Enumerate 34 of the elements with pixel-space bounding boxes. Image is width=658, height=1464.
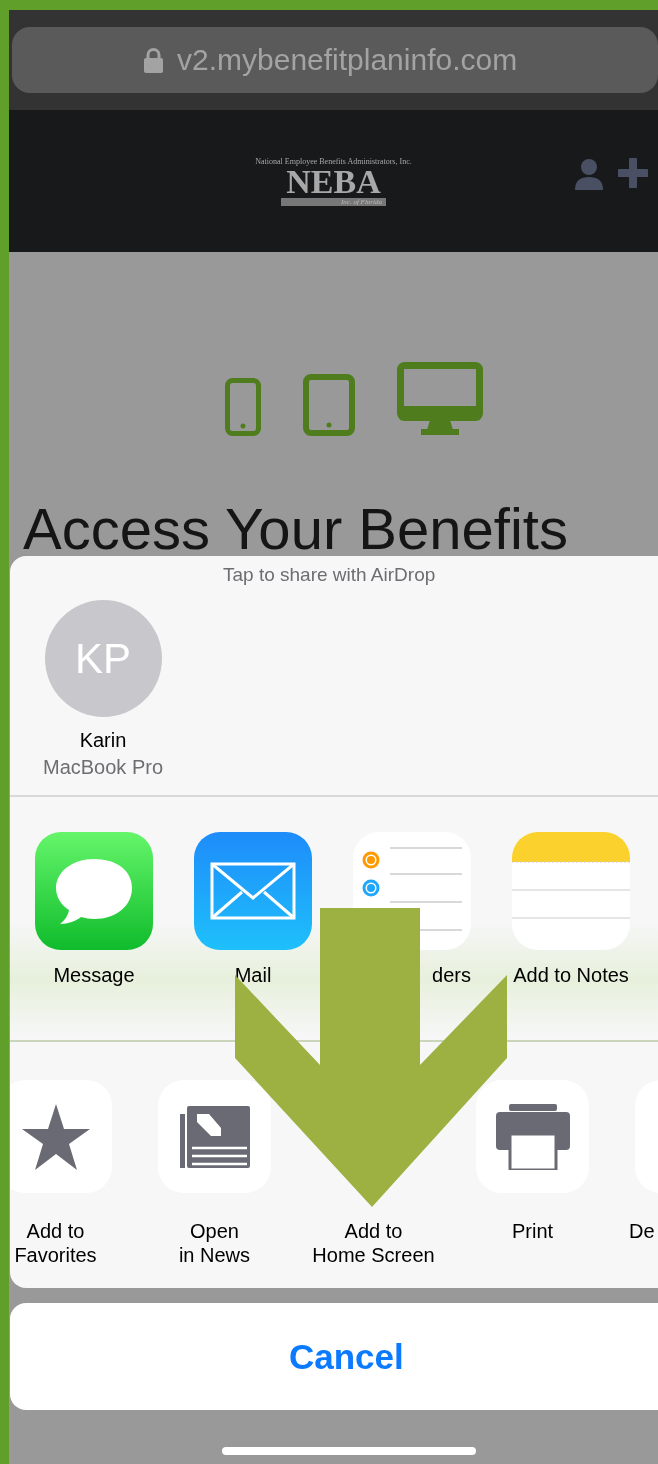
action-tile[interactable] bbox=[476, 1080, 589, 1193]
app-label: Add to Notes bbox=[513, 964, 629, 987]
newspaper-icon bbox=[179, 1105, 250, 1168]
site-logo[interactable]: NEBA bbox=[286, 165, 381, 198]
action-tile[interactable] bbox=[10, 1080, 112, 1193]
contact-name: Karin bbox=[79, 729, 127, 752]
app-label: Mail bbox=[234, 964, 272, 987]
tablet-icon bbox=[302, 374, 355, 436]
app-icon[interactable] bbox=[194, 832, 312, 950]
app-icon[interactable] bbox=[35, 832, 153, 950]
airdrop-hint: Tap to share with AirDrop bbox=[223, 564, 436, 586]
action-label: Add to Favorites bbox=[14, 1219, 97, 1267]
url-text: v2.mybenefitplaninfo.com bbox=[177, 43, 518, 77]
envelope-icon bbox=[210, 862, 296, 920]
printer-icon bbox=[495, 1103, 570, 1170]
logo-tagline: National Employee Benefits Administrators, Inc. bbox=[255, 156, 412, 166]
user-icon[interactable] bbox=[574, 158, 604, 190]
address-bar[interactable]: v2.mybenefitplaninfo.com bbox=[12, 27, 658, 93]
action-label: De bbox=[629, 1219, 655, 1243]
lock-icon bbox=[144, 47, 163, 73]
monitor-icon bbox=[396, 362, 483, 436]
page-heading: Access Your Benefits bbox=[23, 500, 568, 558]
plus-icon[interactable] bbox=[618, 158, 648, 188]
action-label: Open in News bbox=[178, 1219, 251, 1267]
phone-icon bbox=[224, 378, 261, 436]
star-icon bbox=[21, 1103, 90, 1170]
action-label: Print bbox=[511, 1219, 554, 1243]
app-icon[interactable] bbox=[512, 832, 630, 950]
cancel-button[interactable]: Cancel bbox=[10, 1303, 658, 1410]
app-label: ders bbox=[432, 964, 471, 987]
action-tile[interactable] bbox=[158, 1080, 271, 1193]
app-label: Message bbox=[53, 964, 135, 987]
action-label: Add to Home Screen bbox=[312, 1219, 435, 1267]
device-name: MacBook Pro bbox=[42, 756, 164, 779]
